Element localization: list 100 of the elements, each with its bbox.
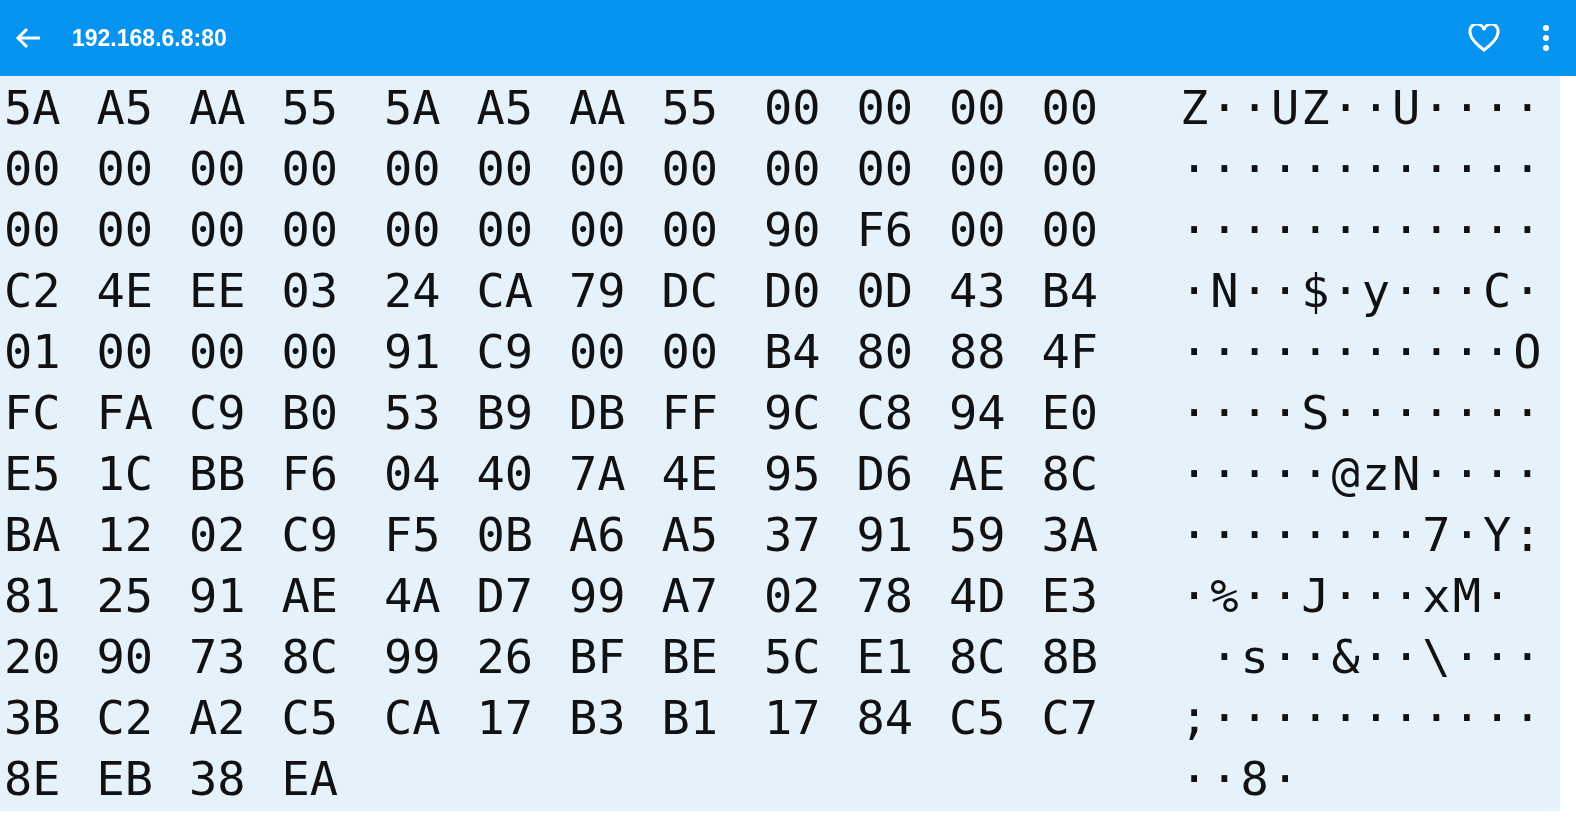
hex-byte: 24 [383,263,442,318]
hex-byte: B3 [568,690,627,745]
hex-byte: 38 [188,751,247,806]
hex-byte: 25 [95,568,155,623]
hex-byte: 88 [948,324,1007,379]
hex-byte: CA [475,263,535,318]
hex-byte: 00 [280,324,340,379]
ascii-text: ········7·Y: [1180,507,1544,562]
hex-byte: 00 [3,141,62,196]
hex-byte: F6 [855,202,915,257]
hex-byte: 8E [3,751,62,806]
hex-byte: 90 [763,202,822,257]
hex-byte: 9C [763,385,822,440]
hex-byte: 91 [188,568,247,623]
hex-byte: 0B [475,507,535,562]
hex-byte: 4A [383,568,442,623]
hex-byte: BB [188,446,247,501]
ascii-text: ············ [1180,141,1544,196]
hex-byte: 00 [948,202,1007,257]
hex-byte: 99 [383,629,442,684]
hex-byte: 00 [948,80,1007,135]
hex-byte: C9 [188,385,247,440]
hex-byte: 8C [280,629,340,684]
hex-byte: 02 [188,507,247,562]
hex-byte: 00 [948,141,1007,196]
hex-byte: E0 [1040,385,1100,440]
hex-byte: 73 [188,629,247,684]
hex-byte: C5 [948,690,1007,745]
hex-byte: 01 [3,324,62,379]
hex-byte: 55 [280,80,340,135]
hex-byte: B4 [1040,263,1100,318]
hex-byte: 00 [280,202,340,257]
hex-byte: EA [280,751,340,806]
hex-byte: 00 [475,202,535,257]
hex-byte: B4 [763,324,822,379]
hex-byte: 43 [948,263,1007,318]
hex-byte: 17 [763,690,822,745]
ascii-text: ·%··J···xM· [1180,568,1514,623]
hex-byte: 80 [855,324,915,379]
hex-byte: AA [568,80,627,135]
ascii-text: ;··········· [1180,690,1544,745]
hex-byte: 53 [383,385,442,440]
hex-byte: 94 [948,385,1007,440]
hex-byte: 00 [568,324,627,379]
hex-byte: 00 [95,202,155,257]
hex-byte: 00 [660,324,720,379]
hex-byte: 00 [568,141,627,196]
hex-byte: 7A [568,446,627,501]
hex-byte: 0D [855,263,915,318]
hex-byte: 00 [763,141,822,196]
hex-byte: C5 [280,690,340,745]
hex-byte: 00 [855,80,915,135]
hex-byte: BA [3,507,62,562]
hex-byte: B1 [660,690,720,745]
hex-byte: 00 [475,141,535,196]
ascii-text: ·····@zN···· [1180,446,1544,501]
ascii-text: Z··UZ··U···· [1180,80,1544,135]
hex-byte: 4E [660,446,720,501]
hex-byte: 95 [763,446,822,501]
hex-byte: 00 [1040,141,1100,196]
hex-byte: A5 [95,80,155,135]
hex-byte: E5 [3,446,62,501]
ascii-text: ··8· [1180,751,1302,806]
hex-byte: 81 [3,568,62,623]
hex-byte: 00 [95,141,155,196]
hex-byte: AE [948,446,1007,501]
hex-byte: 5C [763,629,822,684]
ascii-text: ·s··&··\··· [1209,629,1544,684]
hex-byte: F6 [280,446,340,501]
hex-byte: FA [95,385,155,440]
hex-byte: 00 [280,141,340,196]
hex-byte: C8 [855,385,915,440]
hex-byte: C2 [95,690,155,745]
hex-byte: 78 [855,568,915,623]
hex-byte: 26 [475,629,535,684]
hex-byte: 4D [948,568,1007,623]
hex-byte: 8B [1040,629,1100,684]
hex-byte: DB [568,385,627,440]
hex-byte: B0 [280,385,340,440]
hex-byte: 12 [95,507,155,562]
hex-byte: C7 [1040,690,1100,745]
hex-byte: AE [280,568,340,623]
hex-byte: FF [660,385,720,440]
hex-byte: 20 [3,629,62,684]
hex-byte: A6 [568,507,627,562]
hex-byte: 55 [660,80,720,135]
hex-byte: A7 [660,568,720,623]
ascii-text: ···········O [1180,324,1544,379]
hex-byte: 4E [95,263,155,318]
hex-byte: 8C [1040,446,1100,501]
hex-byte: D0 [763,263,822,318]
address-title: 192.168.6.8:80 [72,24,227,52]
hex-byte: D6 [855,446,915,501]
hex-byte: EE [188,263,247,318]
hex-byte: 4F [1040,324,1100,379]
hex-byte: CA [383,690,442,745]
hex-byte: E1 [855,629,915,684]
hex-byte: 79 [568,263,627,318]
hex-byte: 5A [383,80,442,135]
hex-byte: 90 [95,629,155,684]
